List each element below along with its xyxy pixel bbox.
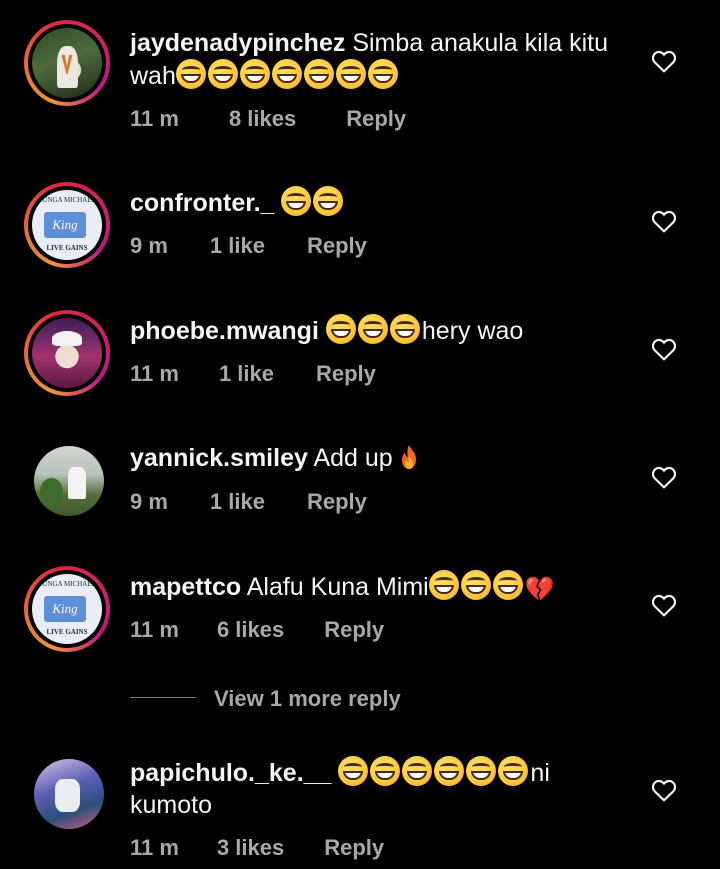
comment-time: 11 m — [130, 835, 179, 860]
emoji-row — [338, 756, 530, 787]
heart-outline-icon[interactable] — [651, 778, 677, 802]
comment-item: papichulo._ke.__ ni kumoto 11 m 3 likes Re… — [0, 0, 720, 869]
laugh-emoji-icon — [402, 756, 433, 786]
comment-meta: 11 m 3 likes Reply — [130, 835, 434, 861]
laugh-emoji-icon — [498, 756, 529, 786]
grin-emoji-icon — [338, 756, 369, 786]
reply-button[interactable]: Reply — [324, 835, 384, 860]
laugh-emoji-icon — [370, 756, 401, 786]
comment-likes[interactable]: 3 likes — [217, 835, 284, 860]
comment-text: papichulo._ke.__ ni kumoto — [130, 756, 630, 821]
avatar[interactable] — [34, 759, 104, 829]
comment-username[interactable]: papichulo._ke.__ — [130, 759, 331, 787]
laugh-emoji-icon — [434, 756, 465, 786]
laugh-emoji-icon — [466, 756, 497, 786]
